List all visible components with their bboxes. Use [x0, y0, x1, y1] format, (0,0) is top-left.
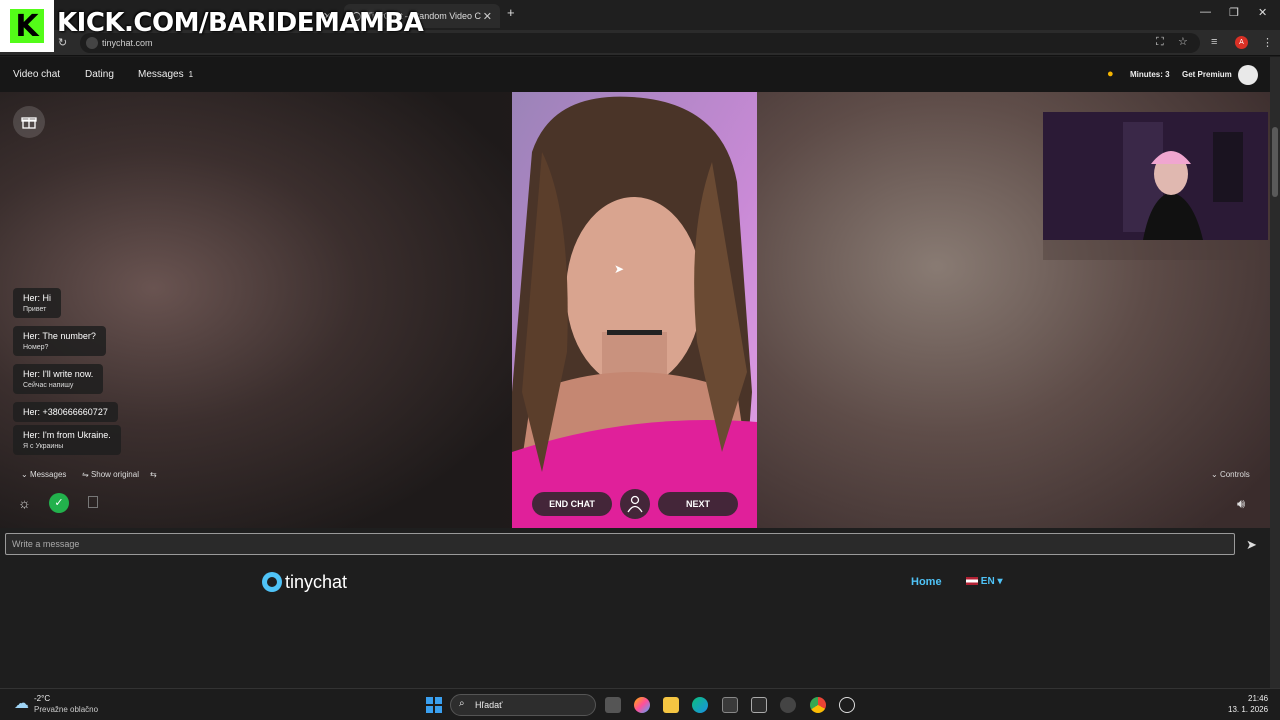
weather-desc: Prevažne oblačno	[34, 705, 99, 714]
chat-message: Her: I'm from Ukraine. Я с Украины	[13, 425, 121, 455]
person-icon	[627, 495, 643, 513]
end-chat-button[interactable]: END CHAT	[532, 492, 612, 516]
page-scrollbar[interactable]	[1270, 57, 1280, 688]
chrome-icon[interactable]	[810, 697, 826, 713]
partner-video: ➤	[512, 92, 757, 528]
show-original-toggle[interactable]: ⇋ Show original	[82, 470, 139, 479]
tinychat-logo-text[interactable]: tinychat	[285, 572, 347, 593]
coins-icon: ●	[1107, 68, 1114, 80]
messages-toggle[interactable]: ⌄ Messages	[21, 470, 66, 479]
profile-avatar-icon[interactable]: A	[1235, 36, 1248, 49]
weather-temp: -2°C	[34, 694, 51, 703]
app-icon[interactable]	[780, 697, 796, 713]
send-icon[interactable]: ➤	[1246, 537, 1257, 553]
copilot-icon[interactable]	[634, 697, 650, 713]
approve-check-icon[interactable]: ✓	[49, 493, 69, 513]
site-footer: tinychat Home EN ▾	[0, 560, 1270, 688]
weather-icon[interactable]: ☁	[14, 694, 29, 712]
clock-time: 21:46	[1248, 694, 1269, 703]
report-flag-icon[interactable]	[88, 496, 98, 508]
translate-icon[interactable]: ⛶	[1156, 36, 1164, 49]
video-stage: ➤ Her: Hi Привет Her: The number? Номер?…	[0, 92, 1270, 528]
windows-taskbar: ☁ -2°C Prevažne oblačno ⌕ Hľadať 21:46 1…	[0, 688, 1280, 720]
outlook-icon[interactable]	[751, 697, 767, 713]
maximize-icon[interactable]: ❐	[1229, 6, 1239, 19]
language-label: EN	[980, 576, 995, 587]
user-avatar[interactable]	[1238, 65, 1258, 85]
windows-start-icon[interactable]	[426, 697, 442, 713]
next-button[interactable]: NEXT	[658, 492, 738, 516]
nav-dating[interactable]: Dating	[85, 69, 114, 80]
controls-toggle[interactable]: ⌄ Controls	[1211, 470, 1250, 479]
left-blurred-background	[0, 92, 512, 528]
search-icon: ⌕	[459, 698, 465, 709]
tab-close-icon[interactable]: ✕	[483, 10, 492, 23]
volume-icon[interactable]: 🔊︎	[1237, 496, 1245, 512]
minutes-counter: Minutes: 3	[1130, 70, 1170, 79]
controls-label: Controls	[1219, 470, 1250, 479]
chat-message-translation: Номер?	[23, 344, 49, 351]
partner-video-image	[512, 92, 757, 528]
us-flag-icon	[966, 577, 978, 586]
site-header: Video chat Dating Messages 1 ● Minutes: 3…	[0, 57, 1270, 92]
file-explorer-icon[interactable]	[663, 697, 679, 713]
chat-message: Her: I'll write now. Сейчас напишу	[13, 364, 104, 394]
language-selector[interactable]: EN ▾	[966, 576, 1003, 587]
media-control-icon[interactable]: ≡	[1211, 36, 1217, 48]
kick-logo-letter: K	[10, 9, 44, 44]
chat-message-translation: Я с Украины	[23, 443, 64, 450]
chat-message-text: Her: +380666660727	[23, 407, 108, 417]
chat-message: Her: The number? Номер?	[13, 326, 106, 356]
chevron-down-icon: ▾	[997, 576, 1003, 587]
url-text: tinychat.com	[102, 38, 153, 48]
chat-message-text: Her: I'll write now.	[23, 369, 94, 379]
chevron-down-icon: ⌄	[1211, 470, 1220, 479]
minimize-icon[interactable]: —	[1200, 6, 1211, 18]
taskbar-search-label: Hľadať	[475, 700, 503, 710]
task-view-icon[interactable]	[605, 697, 621, 713]
chat-message-translation: Привет	[23, 306, 47, 313]
nav-video-chat[interactable]: Video chat	[13, 69, 60, 80]
mouse-cursor-icon: ➤	[614, 262, 625, 276]
taskbar-search[interactable]: ⌕ Hľadať	[450, 694, 596, 716]
edge-icon[interactable]	[692, 697, 708, 713]
chevron-down-icon: ⌄	[21, 470, 30, 479]
self-video-image	[1043, 112, 1268, 240]
footer-home-link[interactable]: Home	[911, 576, 942, 588]
message-input[interactable]	[5, 533, 1235, 555]
messages-toggle-label: Messages	[29, 470, 67, 479]
close-window-icon[interactable]: ✕	[1258, 6, 1267, 19]
chat-message: Her: +380666660727	[13, 402, 118, 422]
show-original-label: Show original	[90, 470, 139, 479]
bug-report-icon[interactable]: ☼	[18, 495, 31, 511]
chat-message: Her: Hi Привет	[13, 288, 62, 318]
bookmark-star-icon[interactable]: ☆	[1178, 35, 1188, 48]
messages-count-badge: 1	[188, 70, 194, 79]
scrollbar-thumb[interactable]	[1272, 127, 1278, 197]
nav-messages[interactable]: Messages 1	[138, 69, 193, 80]
tinychat-logo-icon	[262, 572, 282, 592]
kick-logo: K	[0, 0, 54, 52]
chat-message-text: Her: Hi	[23, 293, 52, 303]
new-tab-button[interactable]: +	[507, 5, 515, 20]
chat-message-text: Her: The number?	[23, 331, 96, 341]
self-video-preview	[1043, 112, 1268, 240]
store-icon[interactable]	[722, 697, 738, 713]
self-video-strip	[1043, 240, 1268, 260]
translate-icon: ⇋	[82, 470, 91, 479]
chat-message-text: Her: I'm from Ukraine.	[23, 430, 111, 440]
swap-language-icon[interactable]: ⇆	[150, 470, 157, 479]
site-info-icon[interactable]	[86, 37, 98, 49]
gift-icon	[21, 117, 37, 129]
browser-menu-icon[interactable]: ⋮	[1262, 36, 1273, 49]
gift-button[interactable]	[13, 106, 45, 138]
nav-messages-label: Messages	[138, 69, 184, 80]
kick-channel-overlay: KICK.COM/BARIDEMAMBA	[57, 8, 424, 38]
clock-date: 13. 1. 2026	[1228, 705, 1269, 714]
get-premium-link[interactable]: Get Premium	[1182, 70, 1232, 79]
media-player-icon[interactable]	[839, 697, 855, 713]
chat-message-translation: Сейчас напишу	[23, 382, 74, 389]
profile-button[interactable]	[620, 489, 650, 519]
